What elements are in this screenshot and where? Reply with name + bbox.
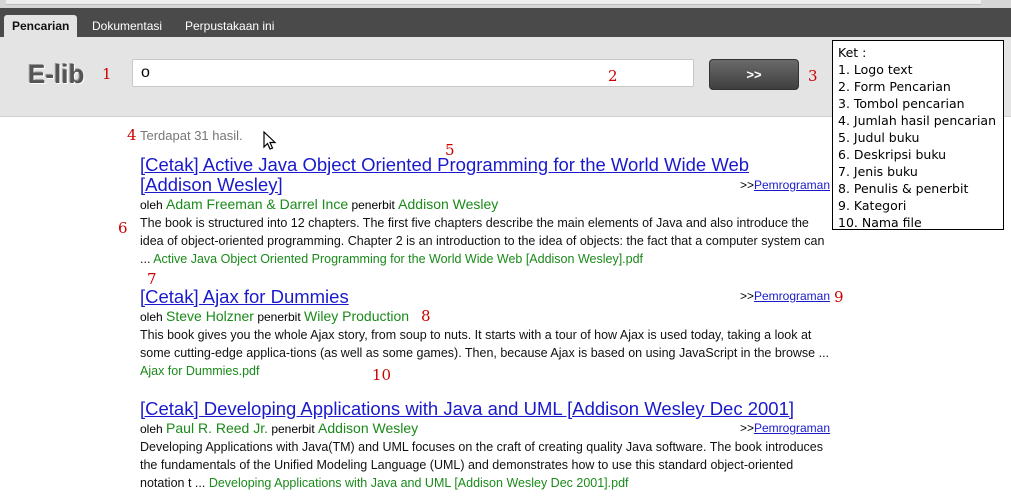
legend-title: Ket :	[838, 45, 867, 60]
result-title-link[interactable]: [Cetak] Active Java Object Oriented Prog…	[140, 155, 830, 195]
publisher: Wiley Production	[304, 308, 410, 324]
result-category: >>Pemrograman	[739, 178, 830, 192]
legend-item: 3. Tombol pencarian	[838, 96, 965, 111]
result-description: Developing Applications with Java(TM) an…	[140, 440, 823, 490]
annotation-6: 6	[118, 219, 128, 237]
legend-item: 10. Nama file	[838, 215, 922, 230]
nav-bar: Pencarian Dokumentasi Perpustakaan ini	[0, 8, 1011, 37]
category-link[interactable]: Pemrograman	[754, 289, 830, 303]
legend-item: 8. Penulis & penerbit	[838, 181, 969, 196]
category-link[interactable]: Pemrograman	[754, 421, 830, 435]
result-description: This book gives you the whole Ajax story…	[140, 328, 830, 378]
publisher: Addison Wesley	[398, 196, 499, 212]
legend-item: 1. Logo text	[838, 62, 913, 77]
legend-box: Ket : 1. Logo text 2. Form Pencarian 3. …	[832, 40, 1004, 230]
author: Paul R. Reed Jr.	[166, 420, 268, 436]
result-item: [Cetak] Ajax for Dummies >>Pemrograman o…	[140, 287, 830, 380]
result-title-link[interactable]: [Cetak] Ajax for Dummies	[140, 287, 830, 307]
search-button[interactable]: >>	[709, 59, 799, 90]
tab-perpustakaan-ini[interactable]: Perpustakaan ini	[185, 15, 274, 37]
file-name-link[interactable]: Developing Applications with Java and UM…	[209, 476, 629, 490]
author: Steve Holzner	[166, 308, 254, 324]
result-author-publisher: oleh Paul R. Reed Jr. penerbit Addison W…	[140, 420, 419, 436]
legend-item: 4. Jumlah hasil pencarian	[838, 113, 997, 128]
tab-pencarian[interactable]: Pencarian	[4, 15, 78, 37]
annotation-3: 3	[808, 67, 818, 85]
window-top-edge	[6, 0, 981, 5]
result-category: >>Pemrograman	[739, 289, 830, 303]
result-author-publisher: oleh Steve Holzner penerbit Wiley Produc…	[140, 308, 410, 324]
result-count: Terdapat 31 hasil.	[140, 128, 243, 143]
window-top-strip	[0, 0, 1011, 8]
legend-item: 5. Judul buku	[838, 130, 920, 145]
category-link[interactable]: Pemrograman	[754, 178, 830, 192]
author: Adam Freeman & Darrel Ince	[166, 196, 349, 212]
annotation-2: 2	[608, 67, 618, 85]
tab-dokumentasi[interactable]: Dokumentasi	[92, 15, 162, 37]
publisher: Addison Wesley	[318, 420, 419, 436]
annotation-4: 4	[127, 126, 137, 144]
annotation-1: 1	[102, 65, 112, 83]
logo-text: E-lib	[28, 59, 85, 89]
annotation-9: 9	[834, 288, 844, 306]
file-name-link[interactable]: Active Java Object Oriented Programming …	[153, 252, 643, 266]
legend-item: 9. Kategori	[838, 198, 907, 213]
result-category: >>Pemrograman	[739, 421, 830, 435]
legend-item: 7. Jenis buku	[838, 164, 918, 179]
result-title-link[interactable]: [Cetak] Developing Applications with Jav…	[140, 399, 830, 419]
result-author-publisher: oleh Adam Freeman & Darrel Ince penerbit…	[140, 196, 499, 212]
file-name-link[interactable]: Ajax for Dummies.pdf	[140, 364, 259, 378]
mouse-pointer-icon	[263, 131, 277, 150]
result-item: [Cetak] Developing Applications with Jav…	[140, 399, 830, 492]
result-item: [Cetak] Active Java Object Oriented Prog…	[140, 155, 830, 268]
legend-item: 6. Deskripsi buku	[838, 147, 947, 162]
legend-item: 2. Form Pencarian	[838, 79, 951, 94]
result-description: The book is structured into 12 chapters.…	[140, 216, 825, 266]
